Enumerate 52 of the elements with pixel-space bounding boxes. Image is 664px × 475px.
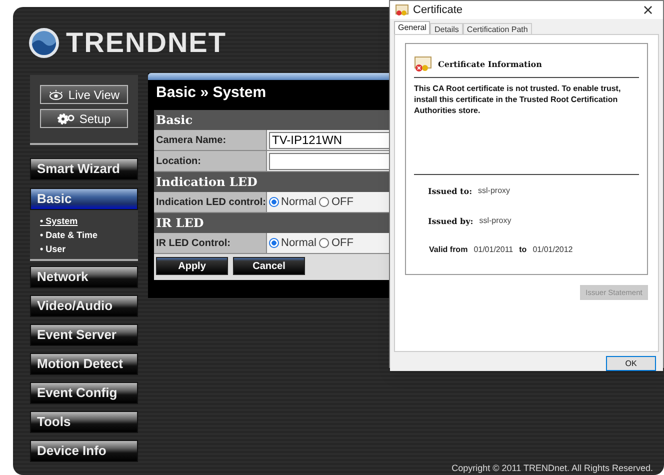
menu-item[interactable]: Event Server <box>30 324 138 346</box>
copyright-text: Copyright © 2011 TRENDnet. All Rights Reserved. <box>450 462 653 475</box>
field-value: ssl-proxy <box>479 215 512 227</box>
field-label: IR LED Control: <box>154 233 267 253</box>
field-value: 01/01/2012 <box>532 244 573 256</box>
field-label: to <box>519 244 527 256</box>
gears-icon <box>57 112 76 124</box>
field-value: ssl-proxy <box>478 185 510 197</box>
field-label: Camera Name: <box>154 130 267 150</box>
field-label: Indication LED control: <box>154 192 267 212</box>
tab[interactable]: Certification Path <box>462 23 532 34</box>
menu-item[interactable]: Motion Detect <box>30 353 138 375</box>
menu-item[interactable]: Smart Wizard <box>30 158 138 180</box>
form-button[interactable]: Apply <box>156 257 228 275</box>
field-label: Issued to: <box>428 185 472 197</box>
form-button[interactable]: Cancel <box>233 257 305 275</box>
field-value: 01/01/2011 <box>474 244 514 256</box>
menu-item[interactable]: Device Info <box>30 440 138 462</box>
submenu-link[interactable]: • Date & Time <box>40 228 138 242</box>
tab[interactable]: General <box>394 21 430 34</box>
section-heading: Certificate Information <box>438 58 542 70</box>
section-header: Indication LED <box>154 172 389 192</box>
certificate-icon <box>395 4 409 16</box>
live-view-button[interactable]: Live View <box>40 85 128 104</box>
warning-text: This CA Root certificate is not trusted. To enable trust, install this certificate in the Trusted Root Certification Authorities store. <box>414 83 622 117</box>
logo-icon <box>28 27 60 59</box>
page-title: Basic » System <box>156 83 266 103</box>
radio-option[interactable]: OFF <box>319 234 354 252</box>
ok-button[interactable]: OK <box>606 356 656 371</box>
menu-item[interactable]: Tools <box>30 411 138 433</box>
menu-item[interactable]: Event Config <box>30 382 138 404</box>
close-button[interactable]: × <box>633 1 663 19</box>
submenu-link[interactable]: • System <box>40 214 138 228</box>
text-field[interactable]: TV-IP121WN <box>269 132 389 148</box>
field-label: Location: <box>154 151 267 171</box>
setup-button[interactable]: Setup <box>40 109 128 128</box>
radio-option[interactable]: Normal <box>269 234 316 252</box>
section-header: Basic <box>154 110 389 130</box>
certificate-icon <box>414 56 432 72</box>
field-label: Valid from <box>429 244 468 256</box>
submenu-link[interactable]: • User <box>40 242 138 256</box>
menu-item[interactable]: Video/Audio <box>30 295 138 317</box>
menu-item[interactable]: Network <box>30 266 138 288</box>
field-label: Issued by: <box>428 215 474 227</box>
tab[interactable]: Details <box>430 23 463 34</box>
radio-option[interactable]: Normal <box>269 194 316 210</box>
radio-option[interactable]: OFF <box>319 194 354 210</box>
eye-icon <box>48 90 64 100</box>
logo-text: TRENDNET <box>66 29 226 57</box>
menu-item[interactable]: Basic <box>30 188 138 210</box>
window-title: Certificate <box>413 2 463 18</box>
section-header: IR LED <box>154 213 389 233</box>
